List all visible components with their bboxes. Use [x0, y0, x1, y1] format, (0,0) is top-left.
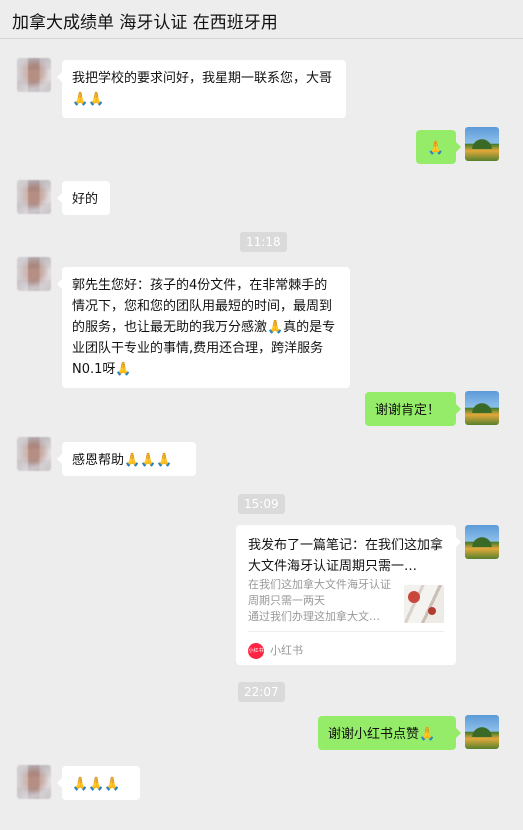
chat-header: 加拿大成绩单 海牙认证 在西班牙用 — [0, 0, 523, 39]
card-title: 我发布了一篇笔记：在我们这加拿大文件海牙认证周期只需一… — [248, 538, 444, 574]
message-text: 🙏 — [427, 141, 445, 156]
contact-avatar[interactable] — [17, 765, 51, 799]
chat-title: 加拿大成绩单 海牙认证 在西班牙用 — [12, 13, 278, 33]
timestamp: 11:18 — [240, 232, 287, 252]
message-text: 好的 — [72, 192, 99, 207]
self-avatar[interactable] — [465, 391, 499, 425]
timestamp: 15:09 — [238, 494, 285, 514]
timestamp-text: 11:18 — [246, 235, 281, 249]
card-divider — [248, 631, 444, 632]
message-bubble[interactable]: 感恩帮助🙏🙏🙏 — [57, 442, 196, 476]
message-text: 感恩帮助🙏🙏🙏 — [72, 453, 173, 468]
contact-avatar[interactable] — [17, 58, 51, 92]
message-text: 郭先生您好：孩子的4份文件，在非常棘手的情况下，您和您的团队用最短的时间，最周到… — [72, 278, 336, 377]
message-text: 我把学校的要求问好，我星期一联系您，大哥🙏🙏 — [72, 71, 333, 107]
message-text: 谢谢小红书点赞🙏 — [328, 727, 436, 742]
timestamp-text: 22:07 — [244, 685, 279, 699]
chat-area[interactable]: 我把学校的要求问好，我星期一联系您，大哥🙏🙏 🙏 好的 11:18 郭先生您好：… — [0, 39, 523, 830]
message-bubble[interactable]: 🙏 — [416, 130, 461, 164]
chat-scrollbar[interactable] — [516, 40, 522, 830]
contact-avatar[interactable] — [17, 257, 51, 291]
card-thumbnail — [404, 585, 444, 623]
shared-note-card[interactable]: 我发布了一篇笔记：在我们这加拿大文件海牙认证周期只需一… 在我们这加拿大文件海牙… — [236, 525, 461, 665]
message-text: 🙏🙏🙏 — [72, 777, 121, 792]
self-avatar[interactable] — [465, 525, 499, 559]
message-bubble[interactable]: 我把学校的要求问好，我星期一联系您，大哥🙏🙏 — [57, 60, 346, 118]
contact-avatar[interactable] — [17, 180, 51, 214]
timestamp-text: 15:09 — [244, 497, 279, 511]
card-source: 小红书 — [270, 644, 303, 657]
timestamp: 22:07 — [238, 682, 285, 702]
self-avatar[interactable] — [465, 127, 499, 161]
message-bubble[interactable]: 谢谢小红书点赞🙏 — [318, 716, 461, 750]
message-text: 谢谢肯定！ — [375, 403, 441, 418]
message-bubble[interactable]: 郭先生您好：孩子的4份文件，在非常棘手的情况下，您和您的团队用最短的时间，最周到… — [57, 267, 350, 388]
contact-avatar[interactable] — [17, 437, 51, 471]
xiaohongshu-logo-icon: 小红书 — [248, 643, 264, 659]
message-bubble[interactable]: 好的 — [57, 181, 110, 215]
message-bubble[interactable]: 谢谢肯定！ — [365, 392, 461, 426]
message-bubble[interactable]: 🙏🙏🙏 — [57, 766, 140, 800]
self-avatar[interactable] — [465, 715, 499, 749]
card-description: 在我们这加拿大文件海牙认证周期只需一两天 通过我们办理这加拿大文… — [248, 578, 391, 623]
